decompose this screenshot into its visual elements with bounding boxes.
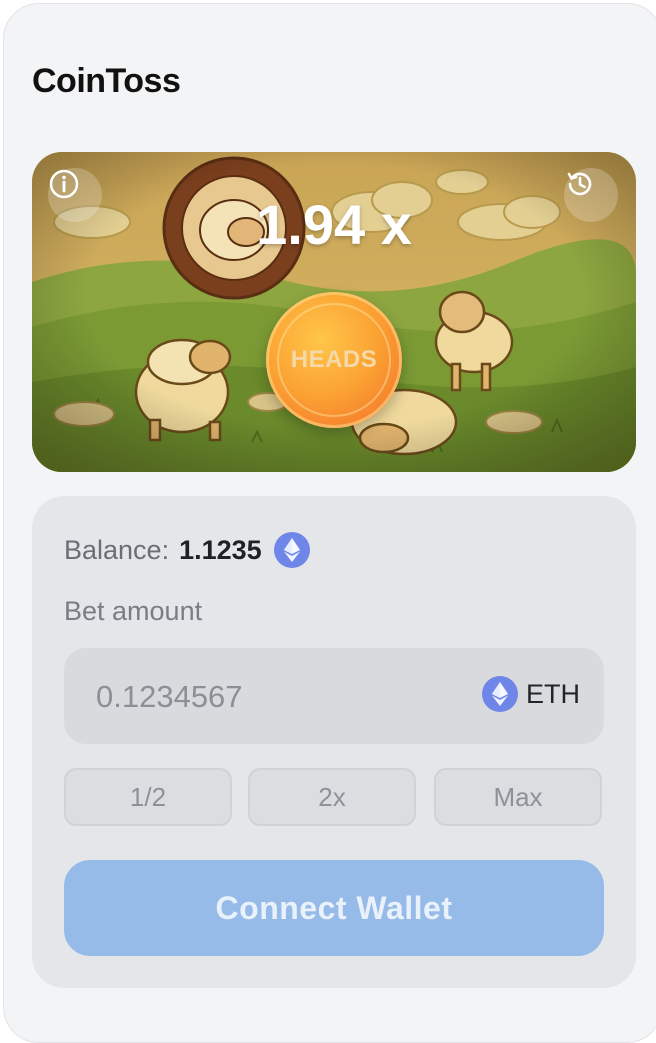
coin-toss-card: CoinToss 1.94 x HEADS Balance: 1.1235 Be… xyxy=(3,3,656,1043)
bet-amount-input[interactable] xyxy=(94,670,438,724)
half-bet-button[interactable]: 1/2 xyxy=(64,768,232,826)
coin-toggle[interactable]: HEADS xyxy=(266,292,402,428)
game-scene: 1.94 x HEADS xyxy=(32,152,636,472)
bet-panel: Balance: 1.1235 Bet amount 0.1234567 ETH… xyxy=(32,496,636,988)
bet-amount-field: ETH xyxy=(64,648,604,744)
max-bet-button[interactable]: Max xyxy=(434,768,602,826)
bet-amount-label: Bet amount xyxy=(64,596,203,626)
ethereum-icon xyxy=(273,532,310,568)
connect-wallet-button[interactable]: Connect Wallet xyxy=(64,860,604,956)
currency-label: ETH xyxy=(526,678,580,709)
balance-row: Balance: 1.1235 xyxy=(64,532,310,568)
double-bet-button[interactable]: 2x xyxy=(248,768,416,826)
balance-value: 1.1235 xyxy=(179,534,262,565)
coin-face: HEADS xyxy=(277,303,391,417)
coin-side-label: HEADS xyxy=(290,346,378,373)
ethereum-icon xyxy=(482,676,518,712)
payout-multiplier: 1.94 x xyxy=(256,193,412,256)
balance-label: Balance: xyxy=(64,534,170,565)
currency-selector: ETH xyxy=(482,676,580,712)
app-title: CoinToss xyxy=(32,62,181,100)
